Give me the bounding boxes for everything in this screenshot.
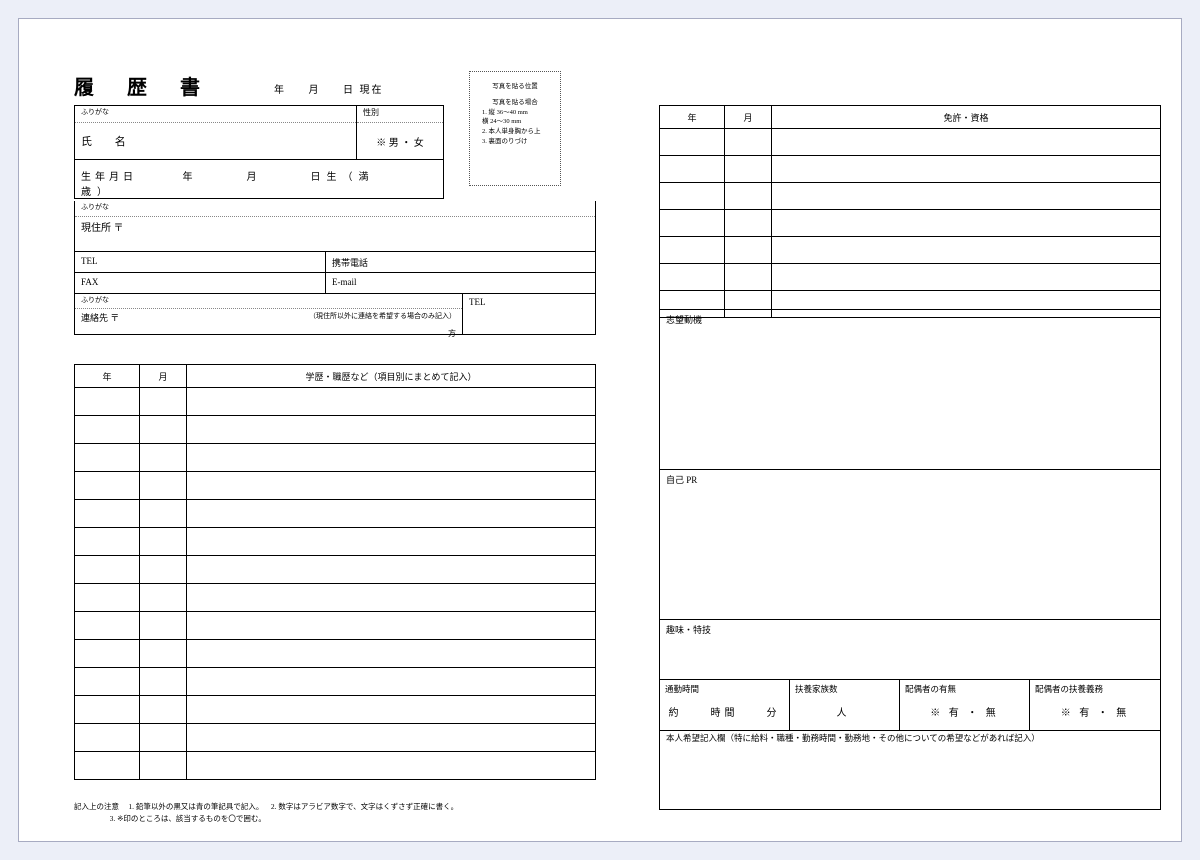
sex-label: 性別: [357, 106, 443, 123]
history-row: [75, 639, 595, 667]
document-title: 履 歴 書: [74, 71, 214, 100]
page-right: 年 月 免許・資格 志望動機 自己 PR 趣味・特技 通勤時間 約 時間 分: [659, 39, 1159, 821]
email-label: E-mail: [326, 273, 595, 293]
name-label: 氏 名: [75, 123, 356, 159]
address-furigana-label: ふりがな: [75, 201, 595, 217]
contact-label: 連絡先 〒: [81, 313, 119, 323]
spouse-dep-label: 配偶者の扶養義務: [1030, 680, 1160, 698]
license-row: [660, 128, 1160, 155]
lic-year-header: 年: [660, 106, 725, 128]
license-row: [660, 155, 1160, 182]
motive-label: 志望動機: [660, 310, 1160, 329]
spouse-dep-value: ※ 有 ・ 無: [1030, 698, 1160, 719]
photo-text-5: 2. 本人単身胸から上: [470, 127, 560, 137]
history-row: [75, 415, 595, 443]
history-row: [75, 471, 595, 499]
license-row: [660, 209, 1160, 236]
commute-value: 約 時間 分: [660, 698, 789, 719]
licenses-table: 年 月 免許・資格: [659, 105, 1161, 318]
history-row: [75, 583, 595, 611]
history-row: [75, 443, 595, 471]
hobby-label: 趣味・特技: [660, 620, 1160, 639]
history-row: [75, 527, 595, 555]
contact-kata: 方: [448, 328, 456, 339]
license-row: [660, 236, 1160, 263]
dependents-value: 人: [790, 698, 899, 719]
notes-lead: 記入上の注意: [74, 802, 119, 811]
selfpr-box: 自己 PR: [659, 469, 1161, 620]
date-year-label: 年: [274, 85, 286, 96]
history-month-header: 月: [140, 365, 187, 387]
history-row: [75, 499, 595, 527]
page-left: 履 歴 書 年 月 日 現在 写真を貼る位置 写真を貼る場合 1. 縦 36〜4…: [74, 39, 594, 821]
license-row: [660, 182, 1160, 209]
fax-label: FAX: [75, 273, 326, 293]
history-year-header: 年: [75, 365, 140, 387]
selfpr-label: 自己 PR: [660, 470, 1160, 489]
photo-text-2: 写真を貼る場合: [470, 98, 560, 108]
tel-label: TEL: [75, 252, 326, 272]
photo-placeholder: 写真を貼る位置 写真を貼る場合 1. 縦 36〜40 mm 横 24〜30 mm…: [469, 71, 561, 186]
notes-2: 2. 数字はアラビア数字で、文字はくずさず正確に書く。: [271, 802, 458, 811]
photo-text-3: 1. 縦 36〜40 mm: [470, 108, 560, 118]
date-day-label: 日 現在: [343, 85, 384, 96]
name-furigana-label: ふりがな: [75, 106, 356, 123]
contact-furigana-label: ふりがな: [75, 294, 462, 309]
dob-label: 生年月日: [81, 172, 137, 183]
contact-tel-label: TEL: [463, 294, 595, 334]
history-row: [75, 751, 595, 779]
lic-desc-header: 免許・資格: [772, 106, 1160, 128]
history-row: [75, 611, 595, 639]
history-row: [75, 387, 595, 415]
fill-instructions: 記入上の注意 1. 鉛筆以外の黒又は青の筆記具で記入。 2. 数字はアラビア数字…: [74, 801, 458, 825]
spouse-label: 配偶者の有無: [900, 680, 1029, 698]
history-row: [75, 667, 595, 695]
wish-box: 本人希望記入欄（特に給料・職種・勤務時間・勤務地・その他についての希望などがあれ…: [659, 729, 1161, 810]
lic-month-header: 月: [725, 106, 772, 128]
photo-text-1: 写真を貼る位置: [470, 82, 560, 92]
photo-text-4: 横 24〜30 mm: [470, 117, 560, 127]
resume-sheet: 履 歴 書 年 月 日 現在 写真を貼る位置 写真を貼る場合 1. 縦 36〜4…: [18, 18, 1182, 842]
personal-info-block: ふりがな 氏 名 性別 ※ 男 ・ 女 生年月日 年 月 日生（満 歳）: [74, 105, 444, 199]
history-row: [75, 723, 595, 751]
commute-label: 通勤時間: [660, 680, 789, 698]
date-month-label: 月: [309, 85, 321, 96]
spouse-value: ※ 有 ・ 無: [900, 698, 1029, 719]
sex-value: ※ 男 ・ 女: [357, 123, 443, 159]
history-desc-header: 学歴・職歴など（項目別にまとめて記入）: [187, 365, 595, 387]
contact-note: （現住所以外に連絡を希望する場合のみ記入）: [309, 311, 456, 321]
viewport: 履 歴 書 年 月 日 現在 写真を貼る位置 写真を貼る場合 1. 縦 36〜4…: [0, 0, 1200, 860]
history-row: [75, 695, 595, 723]
notes-3: 3. ※印のところは、該当するものを〇で囲む。: [110, 814, 266, 823]
address-block: ふりがな 現住所 〒 TEL 携帯電話 FAX E-mail ふりがな 連絡先 …: [74, 201, 596, 335]
photo-text-6: 3. 裏面のりづけ: [470, 137, 560, 147]
dob-row: 生年月日 年 月 日生（満 歳）: [75, 159, 443, 198]
history-table: 年 月 学歴・職歴など（項目別にまとめて記入）: [74, 364, 596, 780]
history-row: [75, 555, 595, 583]
dependents-label: 扶養家族数: [790, 680, 899, 698]
motive-box: 志望動機: [659, 309, 1161, 470]
notes-1: 1. 鉛筆以外の黒又は青の筆記具で記入。: [128, 802, 263, 811]
wish-label: 本人希望記入欄（特に給料・職種・勤務時間・勤務地・その他についての希望などがあれ…: [660, 729, 1160, 747]
hobby-box: 趣味・特技: [659, 619, 1161, 680]
address-label: 現住所 〒: [75, 217, 595, 251]
mobile-label: 携帯電話: [326, 252, 595, 272]
conditions-row: 通勤時間 約 時間 分 扶養家族数 人 配偶者の有無 ※ 有 ・ 無 配偶者の扶…: [659, 679, 1161, 731]
license-row: [660, 263, 1160, 290]
as-of-date: 年 月 日 現在: [274, 81, 384, 96]
